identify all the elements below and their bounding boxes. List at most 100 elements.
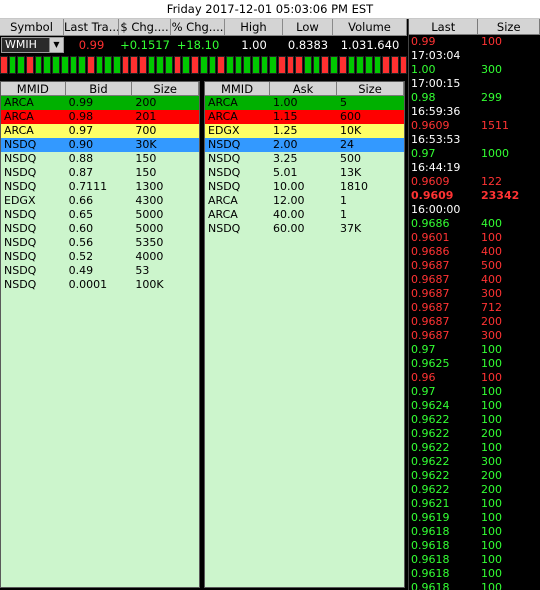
ask-row[interactable]: NSDQ 5.01 13K <box>205 166 404 180</box>
tape-size: 300 <box>481 455 502 468</box>
bid-header-size[interactable]: Size <box>132 82 199 96</box>
tape-row[interactable]: 0.9687 300 <box>409 329 540 343</box>
header-volume[interactable]: Volume <box>333 19 407 36</box>
tape-row[interactable]: 0.9622 300 <box>409 455 540 469</box>
ask-row[interactable]: NSDQ 60.00 37K <box>205 222 404 236</box>
bid-row[interactable]: NSDQ 0.52 4000 <box>1 250 199 264</box>
tape-row[interactable]: 0.9618 100 <box>409 567 540 581</box>
tape-size: 100 <box>481 553 502 566</box>
chevron-down-icon[interactable]: ▼ <box>49 38 63 52</box>
tape-row[interactable]: 0.9687 400 <box>409 273 540 287</box>
tape-row[interactable]: 0.9622 100 <box>409 413 540 427</box>
tape-row[interactable]: 0.9686 400 <box>409 245 540 259</box>
ask-row[interactable]: ARCA 1.00 5 <box>205 96 404 110</box>
tape-price: 0.9686 <box>411 217 450 230</box>
tick-mark <box>269 56 277 74</box>
tape-row[interactable]: 0.9687 712 <box>409 301 540 315</box>
tape-time: 16:00:00 <box>411 203 461 216</box>
tape-row[interactable]: 0.9622 100 <box>409 441 540 455</box>
bid-row[interactable]: NSDQ 0.49 53 <box>1 264 199 278</box>
tape-size: 100 <box>481 357 502 370</box>
bid-row[interactable]: NSDQ 0.88 150 <box>1 152 199 166</box>
tape-row[interactable]: 0.9618 100 <box>409 553 540 567</box>
bid-price: 0.0001 <box>68 278 108 291</box>
tape-row[interactable]: 0.98 299 <box>409 91 540 105</box>
tape-row[interactable]: 0.9621 100 <box>409 497 540 511</box>
ask-row[interactable]: NSDQ 2.00 24 <box>205 138 404 152</box>
ask-row[interactable]: EDGX 1.25 10K <box>205 124 404 138</box>
ask-price: 3.25 <box>273 152 298 165</box>
bid-row[interactable]: NSDQ 0.87 150 <box>1 166 199 180</box>
bid-row[interactable]: ARCA 0.98 201 <box>1 110 199 124</box>
tick-mark <box>43 56 52 74</box>
ask-size: 37K <box>340 222 362 235</box>
tape-row[interactable]: 0.99 100 <box>409 35 540 49</box>
header-high[interactable]: High <box>225 19 283 36</box>
tape-row[interactable]: 0.9609 1511 <box>409 119 540 133</box>
header-dollar-change[interactable]: $ Chg.... <box>119 19 171 36</box>
volume-value: 1.031.640 <box>340 38 400 52</box>
tape-row[interactable]: 0.9687 500 <box>409 259 540 273</box>
tape-row[interactable]: 0.9618 100 <box>409 525 540 539</box>
tape-row[interactable]: 0.97 1000 <box>409 147 540 161</box>
tick-mark <box>69 56 78 74</box>
header-symbol[interactable]: Symbol <box>0 19 64 36</box>
bid-row[interactable]: NSDQ 0.7111 1300 <box>1 180 199 194</box>
bid-row[interactable]: NSDQ 0.90 30K <box>1 138 199 152</box>
tape-row[interactable]: 0.97 100 <box>409 343 540 357</box>
header-low[interactable]: Low <box>283 19 333 36</box>
tape-size: 200 <box>481 315 502 328</box>
symbol-input[interactable]: WMIH ▼ <box>1 37 64 53</box>
bid-header-price[interactable]: Bid <box>66 82 133 96</box>
tape-row[interactable]: 0.9622 200 <box>409 469 540 483</box>
ask-row[interactable]: ARCA 12.00 1 <box>205 194 404 208</box>
ask-header-size[interactable]: Size <box>337 82 404 96</box>
tape-price: 0.9619 <box>411 511 450 524</box>
tape-row[interactable]: 1.00 300 <box>409 63 540 77</box>
tape-row[interactable]: 0.97 100 <box>409 385 540 399</box>
ask-row[interactable]: ARCA 1.15 600 <box>205 110 404 124</box>
header-percent-change[interactable]: % Chg.... <box>171 19 225 36</box>
bid-price: 0.49 <box>68 264 94 277</box>
bid-row[interactable]: ARCA 0.99 200 <box>1 96 199 110</box>
tick-mark <box>338 56 347 74</box>
tape-row[interactable]: 0.9687 200 <box>409 315 540 329</box>
bid-row[interactable]: EDGX 0.66 4300 <box>1 194 199 208</box>
tape-row[interactable]: 0.9601 100 <box>409 231 540 245</box>
bid-mmid: NSDQ <box>4 152 37 165</box>
bid-header-mmid[interactable]: MMID <box>1 82 66 96</box>
ask-row[interactable]: NSDQ 10.00 1810 <box>205 180 404 194</box>
tape-row[interactable]: 0.9625 100 <box>409 357 540 371</box>
ask-size: 24 <box>340 138 354 151</box>
tape-header-last[interactable]: Last <box>409 19 479 34</box>
bid-size: 150 <box>135 166 157 179</box>
bid-row[interactable]: NSDQ 0.56 5350 <box>1 236 199 250</box>
bid-row[interactable]: NSDQ 0.0001 100K <box>1 278 199 292</box>
tape-row[interactable]: 0.9618 100 <box>409 539 540 553</box>
tape-row[interactable]: 0.9609 23342 <box>409 189 540 203</box>
header-last-trade[interactable]: Last Tra... <box>64 19 119 36</box>
tape-row[interactable]: 0.9622 200 <box>409 427 540 441</box>
ask-header-price[interactable]: Ask <box>270 82 337 96</box>
tape-row[interactable]: 0.9609 122 <box>409 175 540 189</box>
ask-header-mmid[interactable]: MMID <box>205 82 270 96</box>
tape-row[interactable]: 0.9687 300 <box>409 287 540 301</box>
ask-row[interactable]: ARCA 40.00 1 <box>205 208 404 222</box>
tape-row[interactable]: 0.9686 400 <box>409 217 540 231</box>
bid-row[interactable]: NSDQ 0.60 5000 <box>1 222 199 236</box>
tape-row[interactable]: 0.9618 100 <box>409 581 540 590</box>
ask-row[interactable]: NSDQ 3.25 500 <box>205 152 404 166</box>
bid-size: 201 <box>135 110 157 123</box>
bid-row[interactable]: NSDQ 0.65 5000 <box>1 208 199 222</box>
tape-size: 100 <box>481 385 502 398</box>
tape-row[interactable]: 0.9624 100 <box>409 399 540 413</box>
tape-price: 0.97 <box>411 385 436 398</box>
tick-mark <box>139 56 147 74</box>
tape-row[interactable]: 0.9622 200 <box>409 483 540 497</box>
tape-row[interactable]: 0.96 100 <box>409 371 540 385</box>
bid-row[interactable]: ARCA 0.97 700 <box>1 124 199 138</box>
tape-row[interactable]: 0.9619 100 <box>409 511 540 525</box>
tape-size: 400 <box>481 273 502 286</box>
tape-header-size[interactable]: Size <box>478 19 540 34</box>
ask-size: 1 <box>340 208 347 221</box>
